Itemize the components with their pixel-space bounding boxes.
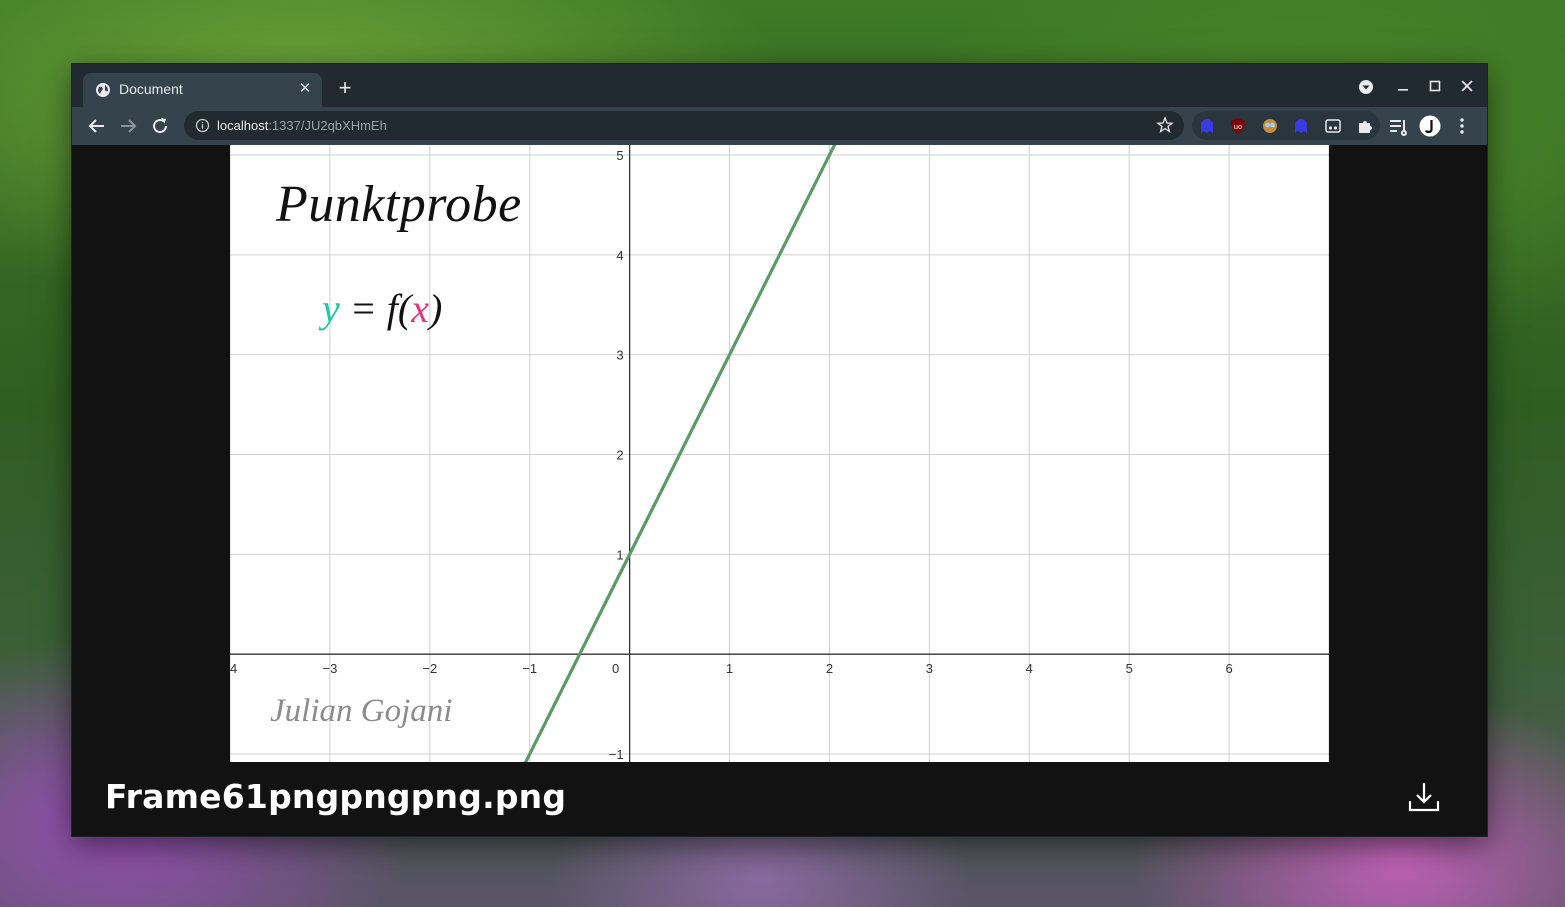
forward-icon[interactable] [116,114,140,138]
x-tick-label: 0 [612,661,619,676]
info-icon[interactable] [195,118,210,133]
film-icon[interactable] [1324,117,1342,135]
author-signature: Julian Gojani [270,693,453,729]
blue-ghost-icon-2[interactable] [1292,117,1310,135]
y-tick-label: 4 [616,248,623,263]
formula-equals: = [339,286,387,331]
x-tick-label: 1 [726,661,733,676]
x-tick-label: −2 [422,661,437,676]
reload-icon[interactable] [148,114,172,138]
formula-f: f( [386,286,412,331]
owl-icon[interactable] [1261,117,1279,135]
x-tick-label: −3 [322,661,337,676]
formula-y: y [322,286,340,331]
tab-title: Document [119,81,183,97]
x-tick-label: 3 [926,661,933,676]
browser-toolbar: localhost:1337/JU2qbXHmEh uo [72,107,1487,145]
reading-list-icon[interactable] [1386,114,1410,138]
browser-tab[interactable]: Document ✕ [83,73,322,107]
bookmark-star-icon[interactable] [1156,116,1174,134]
menu-kebab-icon[interactable] [1450,114,1474,138]
plot-title: Punktprobe [276,176,522,233]
x-tick-label: 6 [1225,661,1232,676]
ublock-icon[interactable]: uo [1229,117,1247,135]
file-name: Frame61pngpngpng.png [105,777,567,816]
close-window-icon[interactable] [1456,76,1478,98]
globe-icon [96,83,110,97]
maximize-icon[interactable] [1424,76,1446,98]
extensions-area: uo [1192,111,1380,140]
formula-close: ) [428,286,443,331]
minimize-icon[interactable] [1392,76,1414,98]
blue-ghost-icon[interactable] [1198,117,1216,135]
x-tick-label: 4 [230,661,237,676]
svg-text:uo: uo [1234,123,1243,131]
url-host: localhost [217,118,269,133]
x-tick-label: 5 [1126,661,1133,676]
formula-x: x [411,286,429,331]
y-tick-label: 2 [616,447,623,462]
tab-search-icon[interactable] [1355,76,1377,98]
address-bar[interactable]: localhost:1337/JU2qbXHmEh [184,111,1184,140]
page-content: 4 −3 −2 −1 0 1 2 3 4 5 6 5 4 3 2 1 −1 Punktprobe y = f(x… [72,145,1487,836]
y-tick-label: 5 [616,148,623,163]
y-tick-label: −1 [609,747,624,762]
puzzle-icon[interactable] [1356,117,1374,135]
function-plot: 4 −3 −2 −1 0 1 2 3 4 5 6 5 4 3 2 1 −1 [230,145,1329,762]
x-tick-label: 2 [826,661,833,676]
y-tick-label: 1 [616,547,623,562]
tab-close-button[interactable]: ✕ [296,80,314,98]
avatar-icon[interactable] [1418,114,1442,138]
x-tick-label: 4 [1026,661,1033,676]
function-formula: y = f(x) [322,285,442,332]
y-tick-label: 3 [616,348,623,363]
download-icon[interactable] [1406,779,1442,815]
back-icon[interactable] [85,114,109,138]
title-bar: Document ✕ + [72,64,1487,107]
function-line [523,145,837,762]
browser-window: Document ✕ + localhost:1337/JU2qbXHmEh u… [72,64,1487,836]
x-tick-label: −1 [522,661,537,676]
url-path: :1337/JU2qbXHmEh [268,118,387,133]
image-preview: 4 −3 −2 −1 0 1 2 3 4 5 6 5 4 3 2 1 −1 Punktprobe y = f(x… [230,145,1329,762]
url-text[interactable]: localhost:1337/JU2qbXHmEh [217,118,387,133]
new-tab-button[interactable]: + [334,77,356,100]
